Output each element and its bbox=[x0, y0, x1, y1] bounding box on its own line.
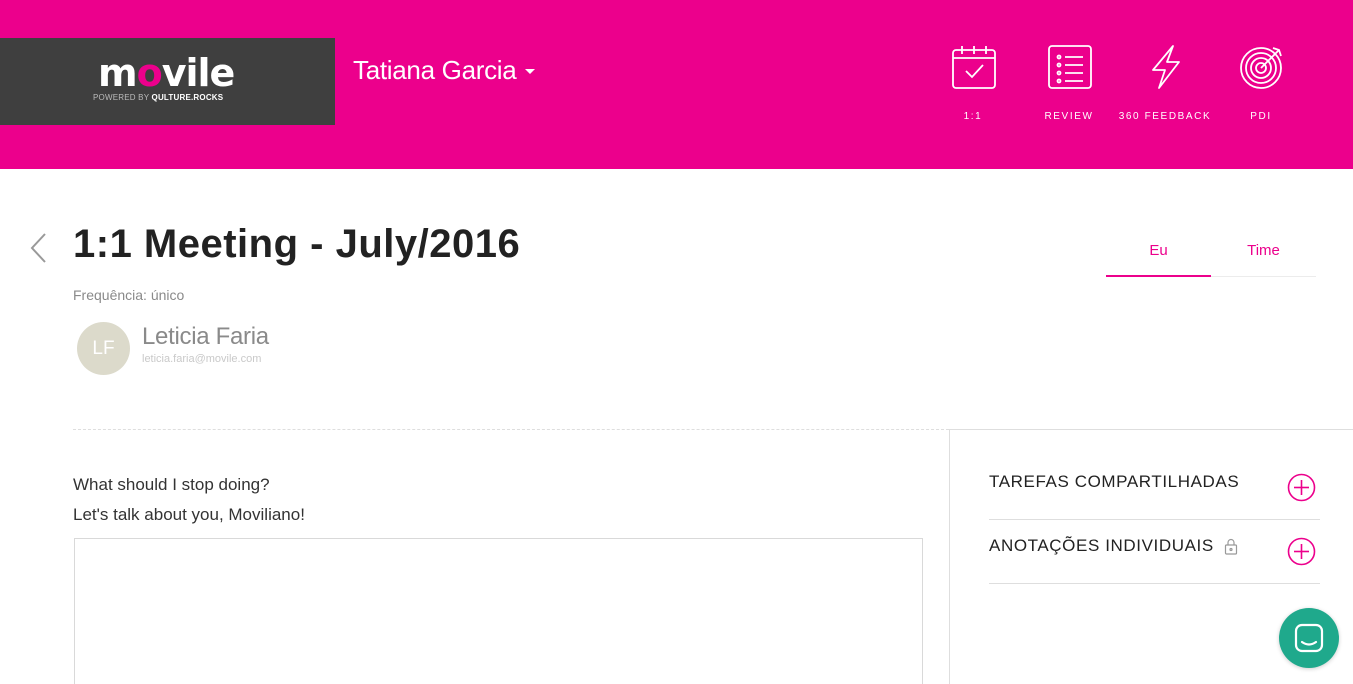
user-menu-dropdown[interactable]: Tatiana Garcia bbox=[353, 52, 536, 88]
question-title: What should I stop doing? bbox=[73, 475, 270, 494]
user-name: Tatiana Garcia bbox=[353, 54, 517, 85]
logo-wordmark: movile bbox=[98, 51, 235, 95]
nav-label: REVIEW bbox=[1044, 111, 1094, 122]
section-title: TAREFAS COMPARTILHADAS bbox=[989, 472, 1240, 491]
calendar-check-icon bbox=[952, 46, 996, 89]
top-header: movile POWERED BY QULTURE.ROCKS Tatiana … bbox=[0, 0, 1353, 169]
question-subtitle: Let's talk about you, Moviliano! bbox=[73, 505, 305, 524]
logo-tagline: POWERED BY QULTURE.ROCKS bbox=[93, 93, 224, 102]
column-divider bbox=[949, 429, 950, 684]
tab-eu[interactable]: Eu bbox=[1106, 230, 1211, 277]
tab-time[interactable]: Time bbox=[1211, 230, 1316, 277]
list-icon bbox=[1048, 45, 1092, 89]
nav-label: PDI bbox=[1250, 111, 1272, 122]
nav-360-feedback[interactable]: 360 FEEDBACK bbox=[1117, 44, 1213, 134]
shared-tasks-section: TAREFAS COMPARTILHADAS bbox=[989, 456, 1320, 520]
answer-textarea[interactable] bbox=[74, 538, 923, 684]
logo[interactable]: movile POWERED BY QULTURE.ROCKS bbox=[0, 38, 335, 125]
add-shared-task-button[interactable] bbox=[1287, 473, 1316, 502]
add-individual-note-button[interactable] bbox=[1287, 537, 1316, 566]
caret-down-icon bbox=[525, 68, 536, 74]
individual-notes-section: ANOTAÇÕES INDIVIDUAIS bbox=[989, 520, 1320, 584]
nav-label: 1:1 bbox=[963, 111, 983, 122]
chat-launcher-button[interactable] bbox=[1279, 608, 1339, 668]
view-tabs: Eu Time bbox=[1106, 230, 1316, 277]
target-icon bbox=[1240, 47, 1282, 89]
lock-icon bbox=[1224, 538, 1237, 555]
participant-name: Leticia Faria bbox=[142, 323, 269, 350]
nav-pdi[interactable]: PDI bbox=[1213, 44, 1309, 134]
lightning-icon bbox=[1152, 45, 1180, 89]
page-title: 1:1 Meeting - July/2016 bbox=[73, 222, 521, 266]
back-arrow-icon[interactable] bbox=[28, 232, 50, 264]
avatar: LF bbox=[77, 322, 130, 375]
nav-label: 360 FEEDBACK bbox=[1118, 111, 1212, 122]
nav-one-on-one[interactable]: 1:1 bbox=[925, 44, 1021, 134]
section-title: ANOTAÇÕES INDIVIDUAIS bbox=[989, 536, 1238, 556]
chat-icon bbox=[1294, 623, 1324, 653]
divider bbox=[949, 429, 1353, 430]
divider bbox=[73, 429, 949, 430]
meeting-frequency: Frequência: único bbox=[73, 287, 185, 303]
participant-email: leticia.faria@movile.com bbox=[142, 353, 262, 365]
nav-review[interactable]: REVIEW bbox=[1021, 44, 1117, 134]
